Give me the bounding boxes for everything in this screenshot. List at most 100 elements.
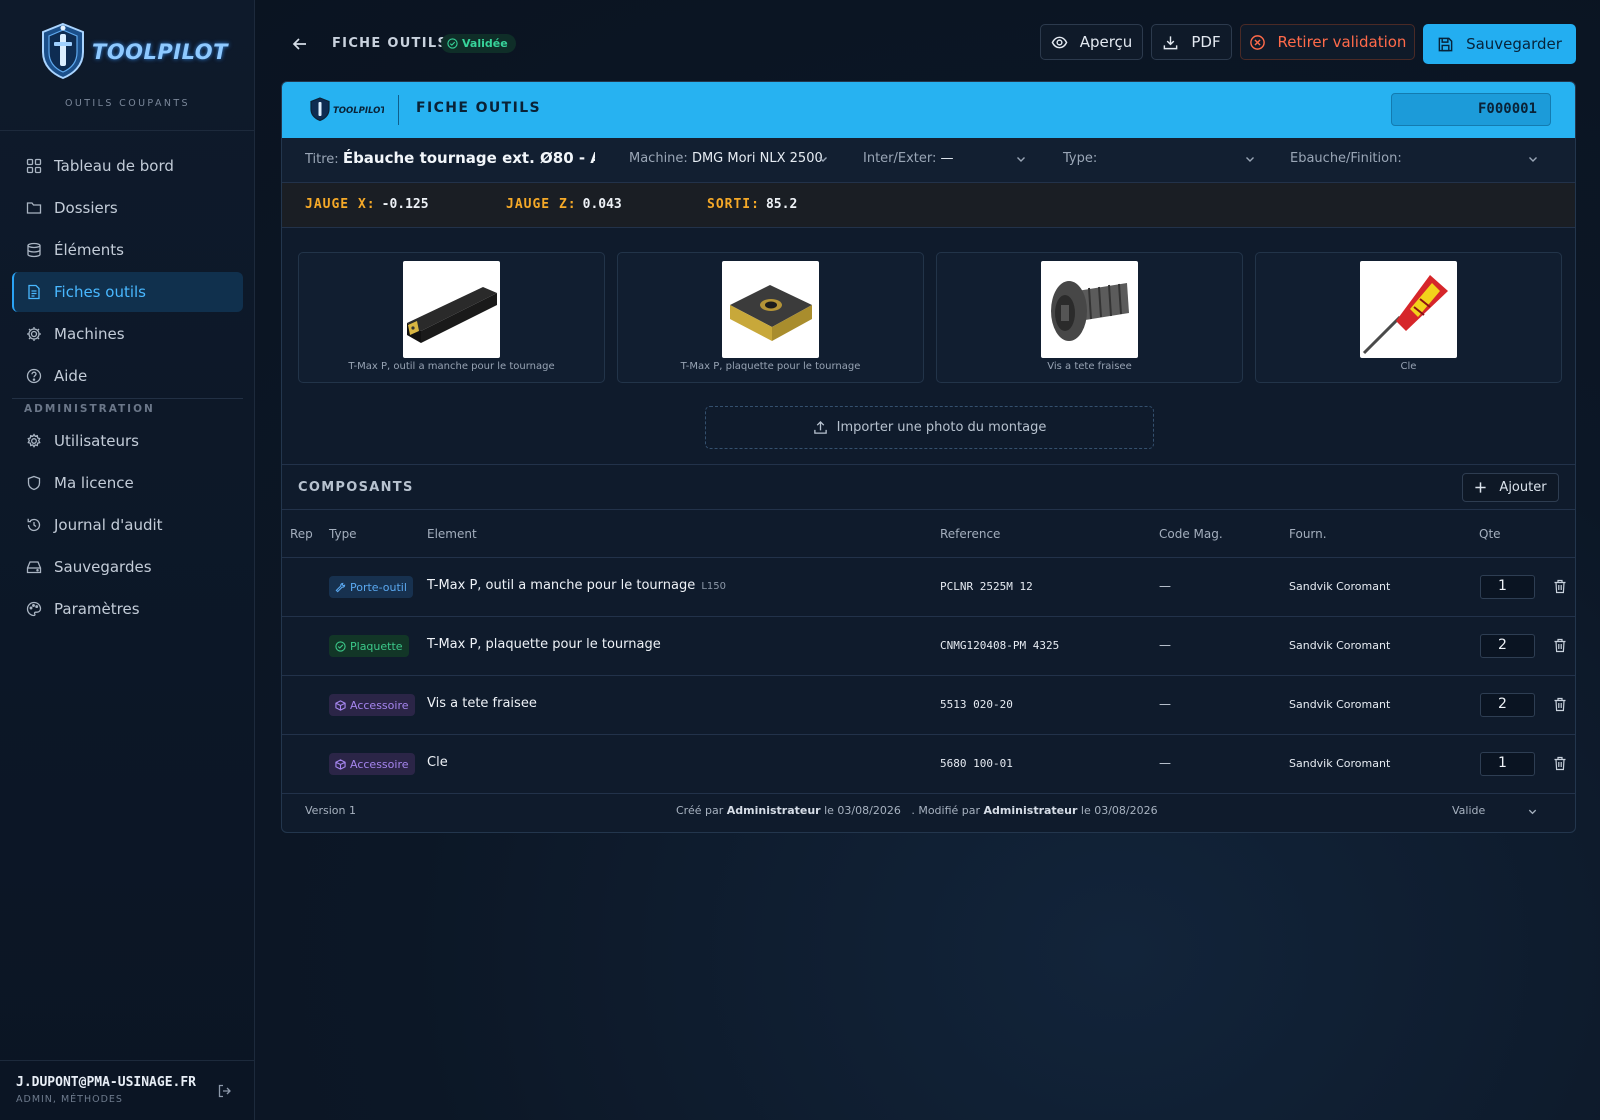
- type-label: Type:: [1063, 151, 1098, 166]
- components-header: COMPOSANTS Ajouter: [282, 465, 1575, 510]
- user-role: ADMIN, MÉTHODES: [16, 1094, 123, 1105]
- save-label: Sauvegarder: [1466, 35, 1562, 53]
- chevron-down-icon: [1017, 157, 1025, 162]
- reference: 5680 100-01: [940, 757, 1013, 770]
- add-component-button[interactable]: Ajouter: [1462, 473, 1559, 502]
- sidebar-item-tool-sheets[interactable]: Fiches outils: [12, 272, 243, 312]
- version-label: Version 1: [305, 804, 356, 817]
- type-select[interactable]: Type:: [1063, 151, 1097, 166]
- sidebar-item-label: Paramètres: [54, 600, 140, 618]
- gauge-x: JAUGE X: -0.125: [305, 197, 429, 212]
- sheet-code-field[interactable]: F000001: [1391, 93, 1551, 126]
- audit-meta: Créé par Administrateur le 03/08/2026 . …: [676, 804, 1158, 817]
- supplier: Sandvik Coromant: [1289, 639, 1391, 652]
- photo-card[interactable]: T-Max P, plaquette pour le tournage: [617, 252, 924, 383]
- column-header: Rep: [290, 527, 313, 541]
- breadcrumb: FICHE OUTILS: [332, 36, 449, 51]
- sidebar-item-backups[interactable]: Sauvegardes: [12, 547, 243, 587]
- ebauche-finition-select[interactable]: Ebauche/Finition:: [1290, 151, 1402, 166]
- preview-button[interactable]: Aperçu: [1040, 24, 1143, 60]
- sidebar-item-label: Machines: [54, 325, 125, 343]
- key-image: [1360, 261, 1457, 358]
- trash-icon[interactable]: [1553, 697, 1567, 712]
- quantity-input[interactable]: 1: [1480, 575, 1535, 599]
- chevron-down-icon: [1528, 809, 1537, 815]
- ebauche-label: Ebauche/Finition:: [1290, 151, 1402, 166]
- element-text: Cle: [427, 755, 448, 770]
- sidebar-item-elements[interactable]: Éléments: [12, 230, 243, 270]
- sidebar-item-label: Sauvegardes: [54, 558, 152, 576]
- trash-icon[interactable]: [1553, 638, 1567, 653]
- box-icon: [335, 699, 346, 711]
- user-profile: J.DUPONT@PMA-USINAGE.FR ADMIN, MÉTHODES: [0, 1060, 255, 1120]
- photo-card[interactable]: Cle: [1255, 252, 1562, 383]
- trash-icon[interactable]: [1553, 579, 1567, 594]
- reference: PCLNR 2525M 12: [940, 580, 1033, 593]
- title-field[interactable]: Titre: Ébauche tournage ext. Ø80 - Aci: [305, 149, 595, 167]
- grid-icon: [26, 158, 42, 174]
- preview-label: Aperçu: [1079, 33, 1133, 51]
- machine-select[interactable]: Machine: DMG Mori NLX 2500: [629, 151, 823, 166]
- pdf-label: PDF: [1191, 33, 1221, 51]
- state-select[interactable]: Valide: [1452, 804, 1485, 817]
- element-name: T-Max P, outil a manche pour le tournage…: [427, 578, 726, 593]
- quantity-input[interactable]: 2: [1480, 634, 1535, 658]
- status-badge: Validée: [441, 34, 516, 53]
- photo-caption: Cle: [1400, 361, 1417, 372]
- element-name: Vis a tete fraisee: [427, 696, 537, 711]
- pdf-button[interactable]: PDF: [1151, 24, 1232, 60]
- column-header: Element: [427, 527, 477, 541]
- type-label: Accessoire: [350, 757, 409, 771]
- document-icon: [28, 284, 40, 300]
- gauge-sorti: SORTI: 85.2: [707, 197, 797, 212]
- check-circle-icon: [447, 38, 458, 49]
- save-button[interactable]: Sauvegarder: [1423, 24, 1576, 64]
- table-row: Plaquette T-Max P, plaquette pour le tou…: [282, 617, 1575, 676]
- help-icon: [26, 368, 42, 384]
- unvalidate-button[interactable]: Retirer validation: [1240, 24, 1415, 60]
- photo-gallery: T-Max P, outil a manche pour le tournage…: [282, 228, 1575, 465]
- logo[interactable]: TOOLPILOT OUTILS COUPANTS: [0, 0, 254, 131]
- column-header: Qte: [1479, 527, 1501, 541]
- inter-exter-select[interactable]: Inter/Exter: —: [863, 151, 954, 166]
- machine-label: Machine:: [629, 151, 688, 166]
- sidebar-item-label: Dossiers: [54, 199, 118, 217]
- code-mag: —: [1159, 638, 1171, 652]
- sidebar-item-users[interactable]: Utilisateurs: [12, 421, 243, 461]
- quantity-input[interactable]: 2: [1480, 693, 1535, 717]
- import-photo-button[interactable]: Importer une photo du montage: [705, 406, 1154, 449]
- sidebar-item-dashboard[interactable]: Tableau de bord: [12, 146, 243, 186]
- created-by: Administrateur: [726, 804, 821, 817]
- type-badge: Porte-outil: [329, 576, 413, 598]
- sidebar-item-machines[interactable]: Machines: [12, 314, 243, 354]
- sidebar-nav: Tableau de bord Dossiers Éléments Fiches…: [12, 146, 243, 631]
- sidebar-item-audit-log[interactable]: Journal d'audit: [12, 505, 243, 545]
- quantity-input[interactable]: 1: [1480, 752, 1535, 776]
- sidebar-item-label: Éléments: [54, 241, 124, 259]
- sidebar-item-settings[interactable]: Paramètres: [12, 589, 243, 629]
- column-header: Reference: [940, 527, 1001, 541]
- column-header: Fourn.: [1289, 527, 1327, 541]
- sidebar-item-folders[interactable]: Dossiers: [12, 188, 243, 228]
- palette-icon: [26, 601, 42, 617]
- upload-icon: [813, 420, 827, 434]
- logout-icon[interactable]: [217, 1083, 233, 1099]
- back-arrow-icon[interactable]: [291, 35, 309, 53]
- user-email: J.DUPONT@PMA-USINAGE.FR: [16, 1075, 197, 1090]
- trash-icon[interactable]: [1553, 756, 1567, 771]
- column-header: Type: [329, 527, 357, 541]
- gauge-strip: JAUGE X: -0.125 JAUGE Z: 0.043 SORTI: 85.2: [282, 183, 1575, 228]
- sidebar-item-label: Aide: [54, 367, 88, 385]
- supplier: Sandvik Coromant: [1289, 698, 1391, 711]
- photo-card[interactable]: Vis a tete fraisee: [936, 252, 1243, 383]
- download-icon: [1164, 35, 1178, 49]
- sidebar-item-license[interactable]: Ma licence: [12, 463, 243, 503]
- modified-prefix: . Modifié par: [911, 804, 981, 817]
- inter-value: —: [940, 151, 954, 166]
- table-row: Porte-outil T-Max P, outil a manche pour…: [282, 558, 1575, 617]
- gauge-key: SORTI:: [707, 197, 760, 212]
- photo-card[interactable]: T-Max P, outil a manche pour le tournage: [298, 252, 605, 383]
- column-header: Code Mag.: [1159, 527, 1223, 541]
- sidebar-item-help[interactable]: Aide: [12, 356, 243, 396]
- table-row: Accessoire Vis a tete fraisee 5513 020-2…: [282, 676, 1575, 735]
